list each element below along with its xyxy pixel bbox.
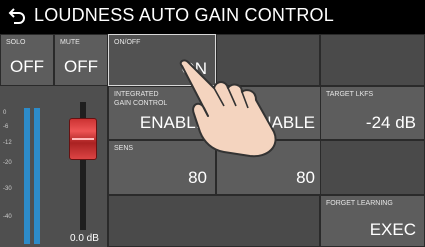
integrated-label: INTEGRATED GAIN CONTROL [114, 91, 168, 107]
target-lkfs-button[interactable]: TARGET LKFS -24 dB [320, 86, 425, 140]
forget-learning-button[interactable]: FORGET LEARNING EXEC [320, 195, 425, 247]
empty-panel-bottom [108, 195, 320, 247]
target-lkfs-value: -24 dB [365, 113, 416, 132]
fader-knob[interactable] [69, 118, 97, 160]
target-lkfs-label: TARGET LKFS [326, 91, 374, 98]
mute-value: OFF [64, 57, 98, 76]
meter-tick: -30 [3, 186, 12, 192]
forget-learning-value: EXEC [369, 220, 416, 239]
empty-panel-right [320, 34, 425, 86]
solo-label: SOLO [6, 39, 26, 46]
forget-learning-label: FORGET LEARNING [326, 200, 393, 207]
sens-label: SENS [114, 145, 134, 152]
back-arrow-icon[interactable] [8, 6, 26, 24]
sens-value: 80 [188, 168, 207, 187]
meter-tick: -40 [3, 214, 12, 220]
second-80-value: 80 [296, 168, 315, 187]
solo-button[interactable]: SOLO OFF [0, 34, 54, 86]
empty-panel-row3 [320, 140, 425, 195]
level-meter-left [24, 108, 30, 244]
meter-tick: -12 [3, 140, 12, 146]
mute-button[interactable]: MUTE OFF [54, 34, 108, 86]
solo-value: OFF [10, 57, 44, 76]
page-title: LOUDNESS AUTO GAIN CONTROL [34, 4, 334, 25]
mute-label: MUTE [60, 39, 80, 46]
fader-panel: 0 -6 -12 -20 -30 -40 0.0 dB [0, 86, 108, 247]
onoff-label: ON/OFF [114, 39, 141, 46]
meter-tick: 0 [3, 110, 7, 116]
touch-hand-icon [179, 59, 277, 158]
meter-tick: -6 [3, 124, 9, 130]
level-meter-right [34, 108, 40, 244]
fader-value: 0.0 dB [70, 233, 99, 244]
meter-tick: -20 [3, 160, 12, 166]
header-bar: LOUDNESS AUTO GAIN CONTROL [0, 0, 425, 30]
